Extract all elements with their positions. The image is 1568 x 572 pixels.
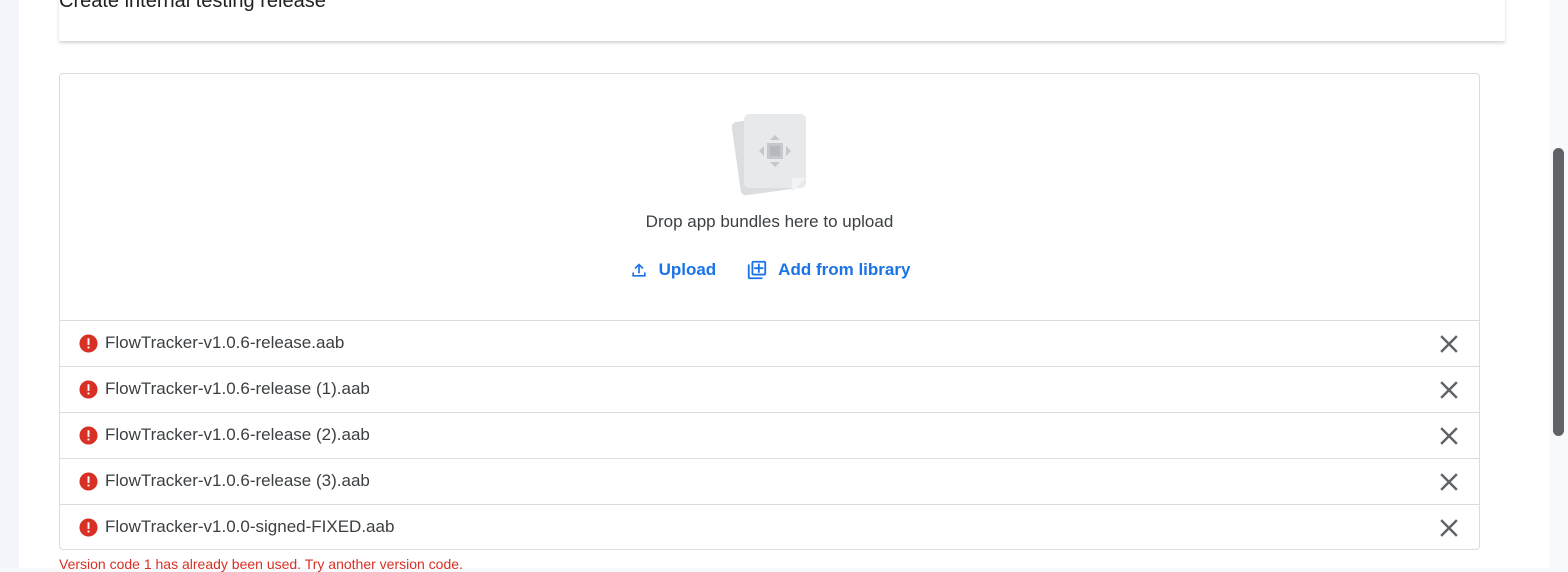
file-name: FlowTracker-v1.0.6-release.aab (105, 333, 345, 352)
error-icon (79, 334, 98, 353)
scrollbar-thumb[interactable] (1553, 148, 1564, 436)
file-row: FlowTracker-v1.0.0-signed-FIXED.aab (60, 505, 1479, 549)
file-name: FlowTracker-v1.0.6-release (2).aab (105, 425, 370, 444)
file-row: FlowTracker-v1.0.6-release (1).aab (60, 367, 1479, 413)
upload-actions: Upload Add from library (60, 256, 1479, 284)
error-icon (79, 426, 98, 445)
drop-instructions: Drop app bundles here to upload (645, 212, 894, 231)
error-icon (79, 380, 98, 399)
remove-file-button[interactable] (1437, 332, 1461, 356)
app-bundle-dropzone[interactable]: Drop app bundles here to upload Upload A… (60, 74, 1479, 321)
file-row: FlowTracker-v1.0.6-release (2).aab (60, 413, 1479, 459)
upload-button[interactable]: Upload (629, 256, 717, 284)
error-icon (79, 472, 98, 491)
left-gutter (0, 0, 19, 568)
upload-icon (631, 263, 646, 277)
add-from-library-label: Add from library (778, 260, 911, 279)
file-name: FlowTracker-v1.0.6-release (1).aab (105, 379, 370, 398)
app-bundle-icon (731, 114, 806, 196)
file-name: FlowTracker-v1.0.0-signed-FIXED.aab (105, 517, 395, 536)
upload-button-label: Upload (658, 260, 717, 279)
remove-file-button[interactable] (1437, 470, 1461, 494)
page-header: Create internal testing release (59, 0, 1505, 41)
remove-file-button[interactable] (1437, 424, 1461, 448)
file-row: FlowTracker-v1.0.6-release.aab (60, 321, 1479, 367)
file-row: FlowTracker-v1.0.6-release (3).aab (60, 459, 1479, 505)
remove-file-button[interactable] (1437, 378, 1461, 402)
error-icon (79, 518, 98, 537)
remove-file-button[interactable] (1437, 516, 1461, 540)
page-title: Create internal testing release (59, 0, 326, 12)
upload-card: Drop app bundles here to upload Upload A… (59, 73, 1480, 550)
add-from-library-button[interactable]: Add from library (746, 256, 910, 284)
version-code-error: Version code 1 has already been used. Tr… (59, 556, 463, 572)
page-content: Create internal testing release Drop app… (19, 0, 1549, 572)
library-add-icon (748, 260, 767, 280)
file-name: FlowTracker-v1.0.6-release (3).aab (105, 471, 370, 490)
